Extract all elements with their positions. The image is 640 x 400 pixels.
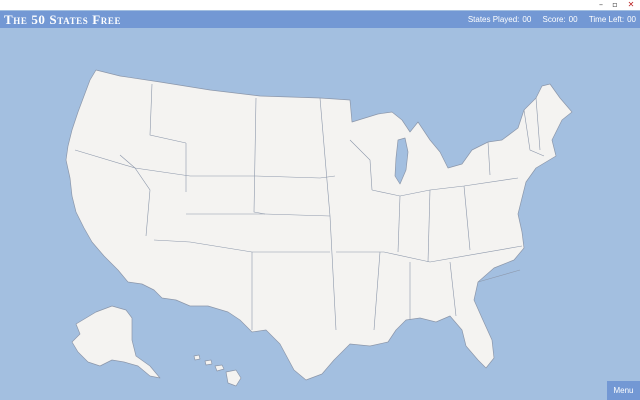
close-icon[interactable]: ✕ bbox=[624, 0, 638, 10]
app-title: The 50 States Free bbox=[4, 12, 122, 27]
window-title-bar: – ▫ ✕ bbox=[0, 0, 640, 10]
time-left-value: 00 bbox=[627, 15, 636, 24]
states-played-value: 00 bbox=[522, 15, 532, 24]
score-value: 00 bbox=[568, 15, 578, 24]
app-header: The 50 States Free States Played: 00 Scor… bbox=[0, 11, 640, 28]
menu-button[interactable]: Menu bbox=[607, 381, 640, 400]
score-label: Score: bbox=[542, 15, 566, 24]
hawaii-big-island[interactable] bbox=[225, 369, 242, 387]
hawaii-kauai[interactable] bbox=[193, 354, 201, 361]
game-stats: States Played: 00 Score: 00 Time Left: 00 bbox=[465, 14, 636, 25]
hawaii-maui[interactable] bbox=[214, 364, 225, 372]
minimize-icon[interactable]: – bbox=[594, 0, 608, 10]
time-left-label: Time Left: bbox=[588, 15, 625, 24]
alaska[interactable] bbox=[71, 305, 161, 379]
hawaii-oahu[interactable] bbox=[204, 359, 213, 366]
maximize-icon[interactable]: ▫ bbox=[608, 0, 622, 10]
contiguous-us-landmass[interactable] bbox=[65, 69, 573, 381]
states-played-label: States Played: bbox=[467, 15, 520, 24]
us-map[interactable] bbox=[0, 28, 640, 400]
